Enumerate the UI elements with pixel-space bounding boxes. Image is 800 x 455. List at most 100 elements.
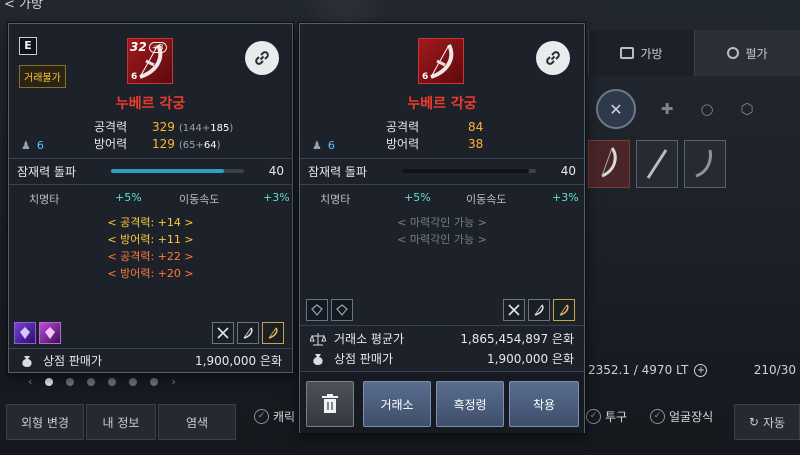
black-spirit-button[interactable]: 흑정령 xyxy=(436,381,504,427)
silver-bag-icon xyxy=(22,355,32,367)
crit-value: +5% xyxy=(115,191,142,204)
divider xyxy=(9,158,292,159)
pearl-icon xyxy=(727,47,740,59)
main-weapon-button[interactable] xyxy=(262,322,284,344)
engraving-slot: < 마력각인 가능 > xyxy=(397,216,487,229)
check-character[interactable]: ✓ 캐릭 xyxy=(254,408,295,425)
weapon-category-icon[interactable]: ✕ xyxy=(596,89,636,129)
gem-socket[interactable] xyxy=(39,322,61,344)
scale-icon xyxy=(310,332,326,345)
refresh-icon: ↻ xyxy=(748,415,759,429)
appearance-change-button[interactable]: 외형 변경 xyxy=(6,404,84,440)
defense-stat: 방어력 129 (65+64) xyxy=(94,135,221,152)
equip-button[interactable]: 착용 xyxy=(509,381,579,427)
check-face-accessory-label: 얼굴장식 xyxy=(669,410,714,424)
empty-gem-socket[interactable] xyxy=(331,299,353,321)
my-info-button[interactable]: 내 정보 xyxy=(86,404,156,440)
bow-icon xyxy=(430,44,454,79)
defense-value: 129 xyxy=(152,137,175,151)
page-dot[interactable] xyxy=(108,377,117,386)
diamond-outline-icon xyxy=(336,304,348,316)
link-button[interactable] xyxy=(245,41,279,75)
page-dot[interactable] xyxy=(150,377,159,386)
breakthrough-fill xyxy=(111,169,225,173)
gem-socket[interactable] xyxy=(14,322,36,344)
compare-item-tooltip: 6 누베르 각궁 공격력 84 방어력 38 ♟ 6 잠재력 돌파 40 치명타… xyxy=(299,23,585,433)
tab-bag[interactable]: 가방 xyxy=(588,30,694,76)
tab-bag-label: 가방 xyxy=(640,46,663,61)
link-icon xyxy=(255,51,269,65)
chevron-right-icon[interactable]: › xyxy=(171,375,175,388)
bow-outline-icon xyxy=(243,327,253,339)
link-button[interactable] xyxy=(536,41,570,75)
grade-badge: E xyxy=(19,37,37,55)
enhance-plus: +3 xyxy=(148,41,167,53)
check-icon: ✓ xyxy=(254,409,269,424)
engraving-slot: < 마력각인 가능 > xyxy=(397,233,487,246)
check-face-accessory[interactable]: ✓ 얼굴장식 xyxy=(650,408,713,425)
extract-button[interactable] xyxy=(212,322,234,344)
category-filter: ✕ ✚ ○ ⬡ xyxy=(588,86,800,132)
inventory-slots xyxy=(588,140,726,188)
divider xyxy=(9,348,292,349)
engraving-line: < 방어력: +11 > xyxy=(107,233,194,246)
defense-label: 방어력 xyxy=(386,137,420,151)
pager: ‹ › xyxy=(28,375,176,388)
tier-value: 6 xyxy=(327,139,335,152)
extract-button[interactable] xyxy=(503,299,525,321)
defense-value: 38 xyxy=(468,137,484,151)
inventory-slot[interactable] xyxy=(636,140,678,188)
inventory-tabs: 가방 펄가 xyxy=(588,30,800,76)
attack-label: 공격력 xyxy=(386,120,420,134)
inventory-slot[interactable] xyxy=(588,140,630,188)
awaken-button[interactable] xyxy=(237,322,259,344)
trash-icon xyxy=(322,394,338,413)
attack-value: 329 xyxy=(152,120,175,134)
check-helmet[interactable]: ✓ 투구 xyxy=(586,408,627,425)
breakthrough-label: 잠재력 돌파 xyxy=(308,164,368,179)
armor-category-icon[interactable]: ✚ xyxy=(658,100,676,118)
engraving-line: < 방어력: +20 > xyxy=(107,267,194,280)
delete-button[interactable] xyxy=(306,381,354,427)
market-button[interactable]: 거래소 xyxy=(363,381,431,427)
inventory-slot[interactable] xyxy=(684,140,726,188)
bag-icon xyxy=(620,47,635,59)
bow-outline-icon xyxy=(534,304,544,316)
market-avg-value: 1,865,454,897 은화 xyxy=(460,332,574,346)
action-icons xyxy=(212,322,284,344)
auto-button[interactable]: ↻ 자동 xyxy=(734,404,800,440)
accessory-category-icon[interactable]: ○ xyxy=(698,100,716,118)
page-dot[interactable] xyxy=(129,377,138,386)
gem-category-icon[interactable]: ⬡ xyxy=(738,100,756,118)
check-icon: ✓ xyxy=(586,409,601,424)
main-weapon-button[interactable] xyxy=(553,299,575,321)
tab-pearl[interactable]: 펄가 xyxy=(694,30,800,76)
page-dot[interactable] xyxy=(87,377,96,386)
shop-price-value: 1,900,000 은화 xyxy=(487,352,574,366)
back-nav[interactable]: < 가방 xyxy=(0,0,70,14)
awaken-button[interactable] xyxy=(528,299,550,321)
weight-icon: ♟ xyxy=(312,139,322,152)
move-speed-label: 이동속도 xyxy=(466,193,507,206)
tab-pearl-label: 펄가 xyxy=(745,46,768,61)
weight-value: 2352.1 / 4970 LT xyxy=(588,363,689,377)
gem-sockets xyxy=(14,322,61,344)
market-price-row: 거래소 평균가 1,865,454,897 은화 xyxy=(310,330,574,347)
item-tier: 6 xyxy=(422,72,429,82)
gem-sockets xyxy=(306,299,353,321)
action-bar: 거래소 흑정령 착용 xyxy=(300,371,584,433)
breakthrough-bar xyxy=(111,169,244,173)
item-name: 누베르 각궁 xyxy=(115,96,186,112)
crystal-icon xyxy=(20,327,30,339)
dye-button[interactable]: 염색 xyxy=(158,404,236,440)
plus-icon[interactable]: + xyxy=(694,363,708,377)
engraving-line: < 공격력: +22 > xyxy=(107,250,194,263)
auto-label: 자동 xyxy=(762,415,786,430)
empty-gem-socket[interactable] xyxy=(306,299,328,321)
page-dot[interactable] xyxy=(45,377,54,386)
chevron-left-icon[interactable]: ‹ xyxy=(28,375,32,388)
divider xyxy=(300,184,584,185)
shop-price-row: 상점 판매가 1,900,000 은화 xyxy=(310,350,574,367)
crossbow-icon xyxy=(695,149,712,178)
page-dot[interactable] xyxy=(66,377,75,386)
